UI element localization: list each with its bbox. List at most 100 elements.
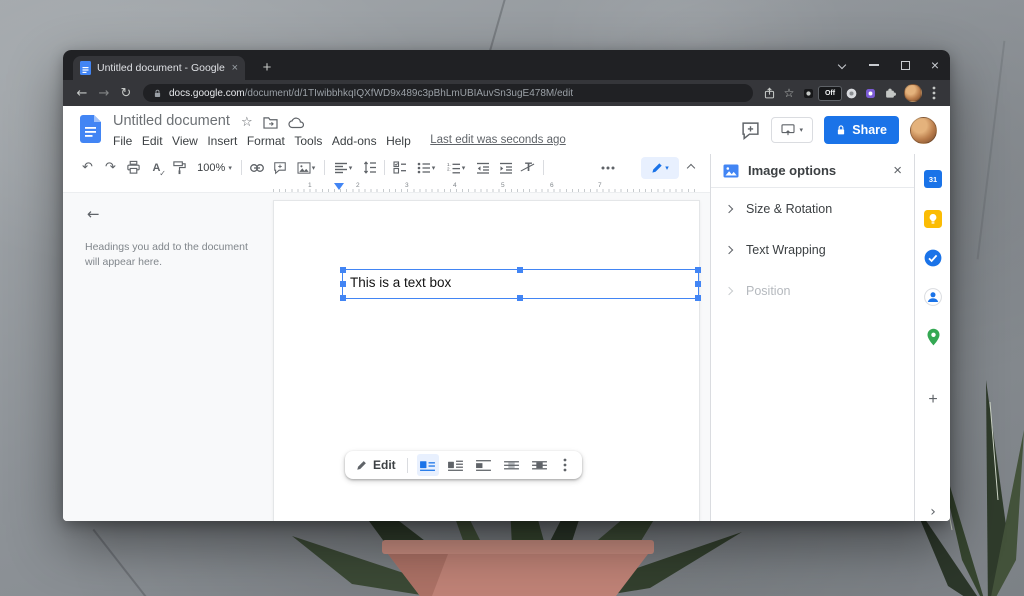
- section-text-wrapping[interactable]: Text Wrapping: [711, 229, 914, 270]
- break-text-button[interactable]: [473, 454, 495, 476]
- text-align-button[interactable]: ▾: [328, 157, 358, 179]
- menu-help[interactable]: Help: [386, 134, 411, 148]
- back-icon[interactable]: ←: [71, 82, 93, 104]
- browser-window: Untitled document - Google Doc × + × ← →…: [63, 50, 950, 521]
- cloud-saved-icon[interactable]: [288, 117, 304, 129]
- add-addons-icon[interactable]: +: [924, 391, 942, 409]
- last-edit-link[interactable]: Last edit was seconds ago: [430, 134, 566, 148]
- clear-formatting-icon[interactable]: T: [517, 157, 540, 179]
- workspace-sidebar: 31 + ›: [914, 154, 950, 521]
- print-icon[interactable]: [122, 157, 145, 179]
- url-path: /document/d/1TIwibbhkqIQXfWD9x489c3pBhLm…: [245, 88, 574, 99]
- move-folder-icon[interactable]: [263, 116, 278, 129]
- numbered-list-button[interactable]: 1.2. ▾: [441, 157, 471, 179]
- calendar-icon[interactable]: 31: [924, 170, 942, 188]
- extension-icon[interactable]: [842, 87, 861, 100]
- lock-icon: [152, 87, 163, 100]
- docs-avatar[interactable]: [910, 117, 937, 144]
- insert-link-icon[interactable]: [245, 157, 268, 179]
- pencil-icon: [356, 459, 368, 471]
- menu-view[interactable]: View: [172, 134, 198, 148]
- close-panel-icon[interactable]: ×: [893, 162, 902, 179]
- text-box[interactable]: This is a text box: [342, 269, 699, 299]
- front-text-button[interactable]: [529, 454, 551, 476]
- behind-text-button[interactable]: [501, 454, 523, 476]
- collapse-toolbar-icon[interactable]: [679, 157, 702, 179]
- keep-icon[interactable]: [924, 210, 942, 228]
- forward-icon[interactable]: →: [93, 82, 115, 104]
- extension-icon[interactable]: [861, 87, 880, 100]
- bulleted-list-button[interactable]: ▾: [411, 157, 441, 179]
- extensions-puzzle-icon[interactable]: [880, 86, 900, 100]
- ruler-number: 7: [598, 182, 602, 189]
- browser-menu-icon[interactable]: [926, 86, 942, 100]
- selection-handle[interactable]: [340, 295, 346, 301]
- undo-icon[interactable]: ↶: [76, 157, 99, 179]
- maximize-button[interactable]: [891, 50, 919, 80]
- pen-tool-button[interactable]: ▾: [641, 157, 679, 179]
- zoom-select[interactable]: 100% ▾: [191, 157, 238, 179]
- selection-handle[interactable]: [695, 295, 701, 301]
- new-tab-button[interactable]: +: [255, 55, 279, 79]
- share-button[interactable]: Share: [824, 116, 899, 144]
- docs-logo-icon[interactable]: [80, 115, 101, 143]
- selection-handle[interactable]: [517, 267, 523, 273]
- menu-addons[interactable]: Add-ons: [332, 134, 377, 148]
- context-menu-icon[interactable]: [557, 454, 573, 476]
- menu-edit[interactable]: Edit: [142, 134, 163, 148]
- more-tools-icon[interactable]: [596, 157, 619, 179]
- paint-format-icon[interactable]: [168, 157, 191, 179]
- close-outline-icon[interactable]: ←: [87, 205, 100, 223]
- wrap-text-button[interactable]: [445, 454, 467, 476]
- tasks-icon[interactable]: [924, 249, 942, 267]
- spellcheck-icon[interactable]: A✓: [145, 157, 168, 179]
- selection-handle[interactable]: [340, 267, 346, 273]
- horizontal-ruler[interactable]: 1 2 3 4 5 6 7: [63, 181, 710, 193]
- browser-tab[interactable]: Untitled document - Google Doc ×: [73, 56, 245, 80]
- edit-button[interactable]: Edit: [354, 454, 398, 476]
- share-page-icon[interactable]: [759, 86, 779, 100]
- maps-icon[interactable]: [924, 328, 942, 346]
- ruler-number: 5: [501, 182, 505, 189]
- insert-image-button[interactable]: ▾: [291, 157, 321, 179]
- menu-tools[interactable]: Tools: [294, 134, 322, 148]
- extension-icon[interactable]: [799, 87, 818, 100]
- align-caret-icon: ▾: [349, 164, 353, 172]
- increase-indent-icon[interactable]: [494, 157, 517, 179]
- present-button[interactable]: ▾: [771, 117, 813, 143]
- selection-handle[interactable]: [517, 295, 523, 301]
- redo-icon[interactable]: ↷: [99, 157, 122, 179]
- decrease-indent-icon[interactable]: [471, 157, 494, 179]
- close-window-button[interactable]: ×: [921, 50, 949, 80]
- expand-panel-icon[interactable]: ›: [924, 503, 942, 521]
- edit-label: Edit: [373, 458, 396, 472]
- comments-icon[interactable]: [741, 121, 760, 140]
- menu-format[interactable]: Format: [247, 134, 285, 148]
- minimize-button[interactable]: [860, 50, 888, 80]
- star-document-icon[interactable]: ☆: [241, 115, 253, 130]
- selection-handle[interactable]: [340, 281, 346, 287]
- document-title[interactable]: Untitled document: [113, 113, 230, 129]
- browser-avatar[interactable]: [904, 84, 922, 102]
- add-comment-icon[interactable]: [268, 157, 291, 179]
- tab-close-icon[interactable]: ×: [232, 62, 238, 74]
- refresh-icon[interactable]: ↻: [115, 82, 137, 104]
- address-bar[interactable]: docs.google.com/document/d/1TIwibbhkqIQX…: [143, 84, 753, 102]
- extension-off-icon[interactable]: Off: [818, 86, 842, 101]
- line-spacing-icon[interactable]: [358, 157, 381, 179]
- section-size-rotation[interactable]: Size & Rotation: [711, 188, 914, 229]
- selection-handle[interactable]: [695, 267, 701, 273]
- chevron-right-icon: [725, 245, 733, 253]
- menu-file[interactable]: File: [113, 134, 132, 148]
- docs-toolbar: ↶ ↷ A✓ 100% ▾ ▾: [63, 154, 710, 181]
- menu-insert[interactable]: Insert: [207, 134, 237, 148]
- wrap-inline-button[interactable]: [417, 454, 439, 476]
- selection-handle[interactable]: [695, 281, 701, 287]
- contacts-icon[interactable]: [924, 288, 942, 306]
- indent-marker[interactable]: [334, 183, 344, 190]
- bookmark-star-icon[interactable]: ☆: [779, 86, 799, 100]
- textbox-text[interactable]: This is a text box: [350, 275, 451, 290]
- checklist-icon[interactable]: [388, 157, 411, 179]
- toolbar-separator: [384, 160, 385, 175]
- window-menu-chevron-icon[interactable]: [828, 50, 856, 80]
